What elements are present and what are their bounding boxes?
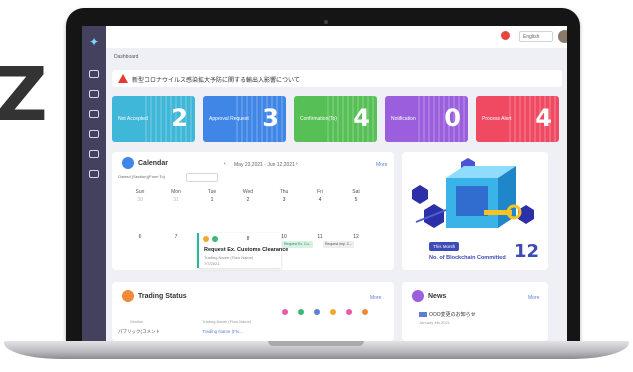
- calendar-day[interactable]: 6: [123, 234, 157, 240]
- database-icon[interactable]: [89, 150, 99, 158]
- news-date: January 4th,2021: [419, 320, 450, 325]
- next-arrow-icon[interactable]: ›: [296, 161, 298, 167]
- column-trading-name: Trading Name (Flow Name): [202, 319, 252, 324]
- card-process-alert[interactable]: Process Alert 4: [476, 96, 559, 142]
- column-section: Section: [130, 319, 144, 324]
- laptop-notch: [268, 341, 364, 346]
- user-avatar[interactable]: [558, 30, 567, 43]
- grid-icon[interactable]: [89, 70, 99, 78]
- event-date: 7/7/2021: [204, 261, 220, 266]
- table-row-link[interactable]: Trading Name (Flo...: [202, 329, 243, 334]
- calendar-day[interactable]: 30: [123, 197, 157, 203]
- card-label: Not Accepted: [118, 116, 148, 122]
- day-name: Thu: [279, 189, 289, 195]
- breadcrumb[interactable]: Dashboard: [114, 54, 138, 60]
- blockchain-period-badge: This Month: [429, 242, 460, 251]
- event-status-icon: [203, 236, 209, 242]
- news-title: News: [428, 293, 447, 300]
- calendar-chip[interactable]: Request Imp. C...: [323, 241, 355, 248]
- day-name: Mon: [171, 189, 181, 195]
- background-letter: Z: [0, 52, 48, 138]
- card-label: Confirmation(To): [300, 116, 337, 122]
- calendar-day[interactable]: 2: [231, 197, 265, 203]
- card-label: Approval Request: [209, 116, 249, 122]
- day-name: Wed: [242, 189, 254, 195]
- calendar-filter-select[interactable]: [186, 173, 218, 182]
- table-row-section: パブリック(コメント: [118, 329, 160, 334]
- blockchain-label: No. of Blockchain Committed: [429, 255, 506, 261]
- status-heart-icon: [282, 309, 288, 315]
- cube-window: [456, 186, 488, 216]
- box-icon[interactable]: [89, 170, 99, 178]
- trading-more-link[interactable]: More: [370, 295, 381, 301]
- card-count: 4: [353, 104, 370, 132]
- status-user-icon: [298, 309, 304, 315]
- notification-bell-icon[interactable]: [501, 31, 510, 40]
- document-icon[interactable]: [89, 90, 99, 98]
- calendar-day[interactable]: 11: [303, 234, 337, 240]
- calendar-day[interactable]: 31: [159, 197, 193, 203]
- card-not-accepted[interactable]: Not Accepted 2: [112, 96, 195, 142]
- day-name: Sat: [352, 189, 360, 195]
- day-name: Fri: [317, 189, 323, 195]
- event-subtitle: Trading Name (Flow Name): [204, 255, 254, 260]
- calendar-day[interactable]: 12: [339, 234, 373, 240]
- status-flag-icon: [362, 309, 368, 315]
- status-box-icon: [330, 309, 336, 315]
- alert-banner[interactable]: 新型コロナウイルス感染拡大予防に関する輸出入影響について: [112, 70, 562, 87]
- swap-icon[interactable]: [89, 110, 99, 118]
- status-truck-icon: [314, 309, 320, 315]
- app-screen: ✦ English Dashboard 新型コロナウイルス感染拡大予防に関する輸…: [82, 26, 567, 341]
- card-label: Notification: [391, 116, 416, 122]
- prev-arrow-icon[interactable]: ‹: [224, 161, 226, 167]
- card-label: Process Alert: [482, 116, 512, 122]
- warning-icon: [118, 74, 128, 83]
- day-name: Sun: [135, 189, 145, 195]
- blockchain-count: 12: [514, 241, 540, 262]
- calendar-day[interactable]: 4: [303, 197, 337, 203]
- calendar-range: May 23,2021 - Jun 12,2021: [234, 162, 295, 168]
- top-bar: English: [106, 26, 567, 48]
- logo-icon[interactable]: ✦: [86, 34, 102, 50]
- calendar-day: 8: [246, 236, 250, 242]
- event-user-icon: [212, 236, 218, 242]
- news-more-link[interactable]: More: [528, 295, 539, 301]
- alert-text: 新型コロナウイルス感染拡大予防に関する輸出入影響について: [132, 78, 300, 84]
- card-count: 4: [535, 104, 552, 132]
- hexagon-shape: [424, 204, 444, 228]
- card-confirmation[interactable]: Confirmation(To) 4: [294, 96, 377, 142]
- event-title: Request Ex. Customs Clearance: [204, 247, 289, 253]
- calendar-title: Calendar: [138, 160, 168, 167]
- trading-status-title: Trading Status: [138, 293, 187, 300]
- day-name: Tue: [207, 189, 217, 195]
- calendar-event-card[interactable]: 8 Request Ex. Customs Clearance Trading …: [197, 233, 288, 268]
- card-approval-request[interactable]: Approval Request 3: [203, 96, 286, 142]
- calendar-more-link[interactable]: More: [376, 162, 387, 168]
- cloud-icon[interactable]: [89, 130, 99, 138]
- calendar-filter-label: Owned (Section)(From To): [118, 174, 166, 179]
- card-notification[interactable]: Notification 0: [385, 96, 468, 142]
- news-icon: [412, 290, 424, 302]
- calendar-day[interactable]: 5: [339, 197, 373, 203]
- trading-status-icon: [122, 290, 134, 302]
- language-select[interactable]: English: [519, 31, 553, 42]
- sidebar: ✦: [82, 26, 106, 341]
- news-item[interactable]: OOO変更のお知らせ: [419, 311, 547, 318]
- status-ship-icon: [346, 309, 352, 315]
- laptop-camera: [324, 20, 328, 24]
- calendar-day[interactable]: 1: [195, 197, 229, 203]
- news-tag-icon: [419, 312, 427, 318]
- card-count: 3: [262, 104, 279, 132]
- card-count: 2: [171, 104, 188, 132]
- calendar-icon: [122, 157, 134, 169]
- calendar-chip[interactable]: Request Ex. Cu...: [282, 241, 314, 248]
- calendar-day[interactable]: 7: [159, 234, 193, 240]
- calendar-day[interactable]: 3: [267, 197, 301, 203]
- news-item-text: OOO変更のお知らせ: [429, 312, 476, 318]
- hexagon-shape: [412, 185, 428, 204]
- card-count: 0: [444, 104, 461, 132]
